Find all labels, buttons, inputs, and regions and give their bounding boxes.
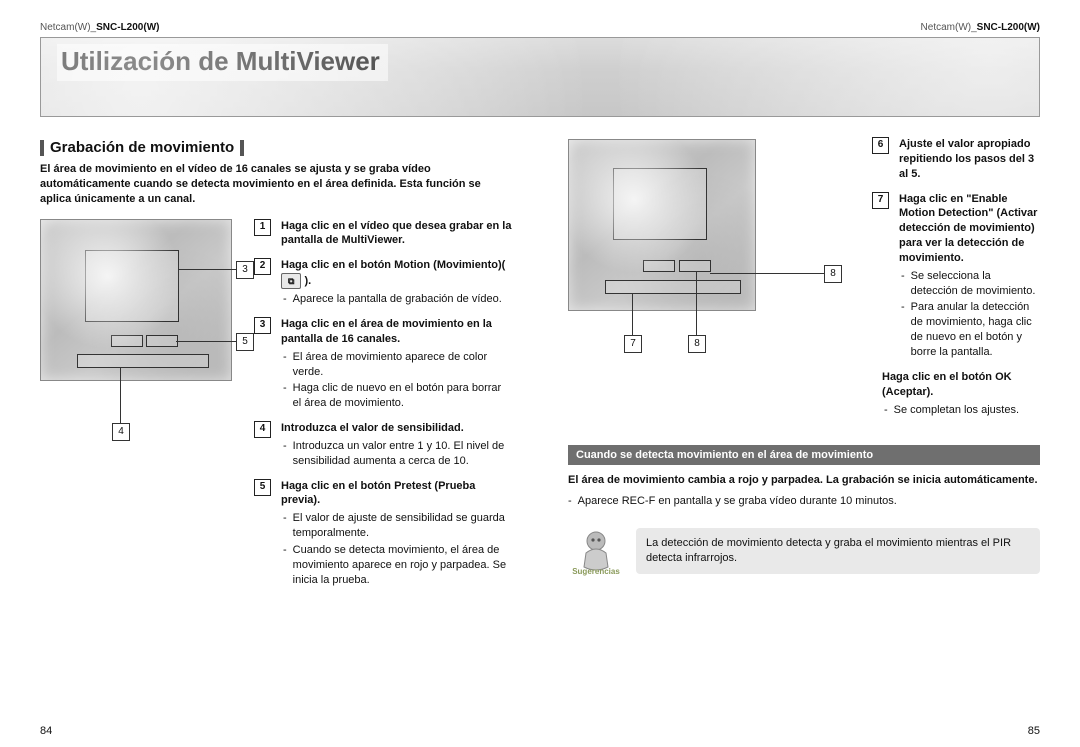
step-6: 6 Ajuste el valor apropiado repitiendo l… — [872, 137, 1040, 182]
intro-text: El área de movimiento en el vídeo de 16 … — [40, 162, 512, 207]
step-4: 4 Introduzca el valor de sensibilidad. I… — [254, 421, 512, 469]
columns: Grabación de movimiento El área de movim… — [40, 139, 1040, 598]
step-2: 2 Haga clic en el botón Motion (Movimien… — [254, 258, 512, 307]
step-title: Haga clic en el vídeo que desea grabar e… — [281, 219, 512, 249]
step-title: Haga clic en "Enable Motion Detection" (… — [899, 192, 1040, 266]
right-column: 7 8 8 6 Ajuste el valor apropiado repiti… — [568, 139, 1040, 598]
step-7: 7 Haga clic en "Enable Motion Detection"… — [872, 192, 1040, 360]
page-number-right: 85 — [1028, 725, 1040, 737]
motion-icon: ⧉ — [281, 273, 301, 289]
banner-title: Utilización de MultiViewer — [57, 44, 388, 81]
step-5: 5 Haga clic en el botón Pretest (Prueba … — [254, 479, 512, 588]
sub-list: El área de movimiento aparece de color v… — [283, 350, 512, 411]
sub-item: Cuando se detecta movimiento, el área de… — [283, 543, 512, 588]
callout-line — [632, 293, 633, 335]
step-body: Haga clic en "Enable Motion Detection" (… — [899, 192, 1040, 360]
step-body: Introduzca el valor de sensibilidad. Int… — [281, 421, 512, 469]
step-8: Haga clic en el botón OK (Aceptar). Se c… — [848, 370, 1040, 418]
overlay-bar — [111, 335, 143, 347]
callout-line — [176, 341, 236, 342]
header-right: Netcam(W)_SNC-L200(W) — [921, 22, 1040, 33]
overlay-bar — [679, 260, 711, 272]
left-column: Grabación de movimiento El área de movim… — [40, 139, 512, 598]
video-thumbnail-right — [568, 139, 756, 311]
page-number-left: 84 — [40, 725, 52, 737]
video-thumbnail-left — [40, 219, 232, 381]
section-title: Grabación de movimiento — [50, 139, 234, 156]
overlay-bar — [605, 280, 741, 294]
right-top: 7 8 8 6 Ajuste el valor apropiado repiti… — [568, 139, 1040, 427]
callout-line — [178, 269, 236, 270]
header-left: Netcam(W)_SNC-L200(W) — [40, 22, 159, 33]
step-num-icon: 1 — [254, 219, 271, 236]
left-thumb-col: 3 5 4 — [40, 219, 240, 449]
tip-label: Sugerencias — [568, 567, 624, 576]
overlay-bar — [643, 260, 675, 272]
sub-item: Para anular la detección de movimiento, … — [901, 300, 1040, 359]
sub-item: El valor de ajuste de sensibilidad se gu… — [283, 511, 512, 541]
step-title: Haga clic en el botón Pretest (Prueba pr… — [281, 479, 512, 509]
sub-banner: Cuando se detecta movimiento en el área … — [568, 445, 1040, 465]
step-body: Ajuste el valor apropiado repitiendo los… — [899, 137, 1040, 182]
section-heading: Grabación de movimiento — [40, 139, 512, 156]
overlay-bar — [146, 335, 178, 347]
para-sub: Aparece REC-F en pantalla y se graba víd… — [568, 494, 1040, 509]
step-body: Haga clic en el botón Motion (Movimiento… — [281, 258, 512, 307]
callout-line — [696, 271, 697, 335]
step-title: Haga clic en el área de movimiento en la… — [281, 317, 512, 347]
callout-4: 4 — [112, 423, 130, 441]
step-body: Haga clic en el botón OK (Aceptar). Se c… — [882, 370, 1040, 418]
overlay-bar — [77, 354, 209, 368]
tip-box: Sugerencias La detección de movimiento d… — [568, 527, 1040, 575]
step-body: Haga clic en el área de movimiento en la… — [281, 317, 512, 411]
step-title: Ajuste el valor apropiado repitiendo los… — [899, 137, 1040, 182]
step-1: 1 Haga clic en el vídeo que desea grabar… — [254, 219, 512, 249]
sub-list: El valor de ajuste de sensibilidad se gu… — [283, 511, 512, 587]
bar-mark-icon — [240, 140, 244, 156]
step-num-icon: 3 — [254, 317, 271, 334]
step-title: Introduzca el valor de sensibilidad. — [281, 421, 512, 436]
right-thumb-col: 7 8 8 — [568, 139, 848, 359]
sub-list: Se selecciona la detección de movimiento… — [901, 269, 1040, 360]
callout-7: 7 — [624, 335, 642, 353]
banner: Utilización de MultiViewer — [40, 37, 1040, 117]
sub-item: Aparece la pantalla de grabación de víde… — [283, 292, 512, 307]
sub-list: Introduzca un valor entre 1 y 10. El niv… — [283, 439, 512, 469]
step-body: Haga clic en el vídeo que desea grabar e… — [281, 219, 512, 249]
callout-8-side: 8 — [824, 265, 842, 283]
sub-item: Se selecciona la detección de movimiento… — [901, 269, 1040, 299]
sub-item: Se completan los ajustes. — [884, 403, 1040, 418]
callout-3: 3 — [236, 261, 254, 279]
sub-item: El área de movimiento aparece de color v… — [283, 350, 512, 380]
step-num-icon: 7 — [872, 192, 889, 209]
sub-list: Aparece la pantalla de grabación de víde… — [283, 292, 512, 307]
left-body: 3 5 4 1 Haga clic en el vídeo que desea … — [40, 219, 512, 598]
header-row: Netcam(W)_SNC-L200(W) Netcam(W)_SNC-L200… — [40, 22, 1040, 33]
step-num-icon: 6 — [872, 137, 889, 154]
step-body: Haga clic en el botón Pretest (Prueba pr… — [281, 479, 512, 588]
step-3: 3 Haga clic en el área de movimiento en … — [254, 317, 512, 411]
callout-5: 5 — [236, 333, 254, 351]
callout-line — [710, 273, 824, 274]
page: Netcam(W)_SNC-L200(W) Netcam(W)_SNC-L200… — [0, 0, 1080, 747]
step-num-icon: 2 — [254, 258, 271, 275]
tip-text: La detección de movimiento detecta y gra… — [636, 528, 1040, 575]
right-steps: 6 Ajuste el valor apropiado repitiendo l… — [872, 137, 1040, 427]
step-title: Haga clic en el botón OK (Aceptar). — [882, 370, 1040, 400]
callout-line — [120, 367, 121, 423]
para-bold: El área de movimiento cambia a rojo y pa… — [568, 473, 1040, 488]
sub-item: Haga clic de nuevo en el botón para borr… — [283, 381, 512, 411]
overlay-rect — [85, 250, 179, 322]
left-steps: 1 Haga clic en el vídeo que desea grabar… — [254, 219, 512, 598]
step-num-icon: 4 — [254, 421, 271, 438]
tip-character-icon: Sugerencias — [568, 527, 624, 575]
callout-8-below: 8 — [688, 335, 706, 353]
bar-mark-icon — [40, 140, 44, 156]
step-num-icon: 5 — [254, 479, 271, 496]
step-title: Haga clic en el botón Motion (Movimiento… — [281, 258, 512, 289]
sub-list: Se completan los ajustes. — [884, 403, 1040, 418]
sub-item: Introduzca un valor entre 1 y 10. El niv… — [283, 439, 512, 469]
overlay-rect — [613, 168, 707, 240]
